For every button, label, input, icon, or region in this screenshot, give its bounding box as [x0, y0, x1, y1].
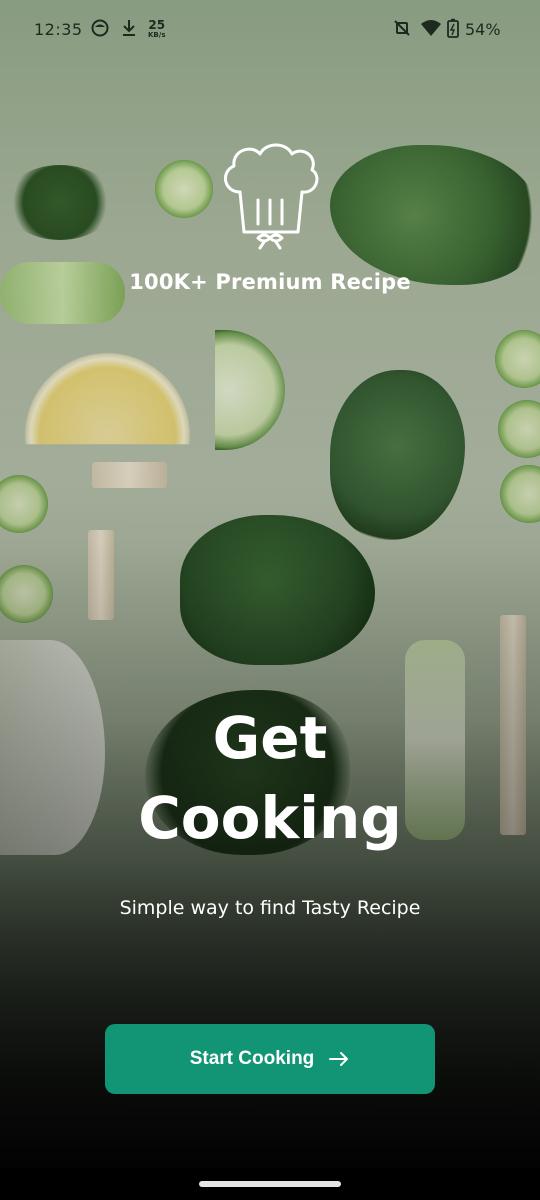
start-cooking-button[interactable]: Start Cooking	[105, 1024, 435, 1094]
status-bar: 12:35 25 KB/s 54%	[0, 0, 540, 64]
battery-icon	[447, 18, 459, 38]
wifi-icon	[420, 18, 442, 38]
download-icon	[120, 18, 138, 38]
network-speed: 25 KB/s	[148, 18, 166, 40]
mute-icon	[392, 18, 412, 38]
tagline: 100K+ Premium Recipe	[129, 270, 411, 294]
headline: Get Cooking	[0, 698, 540, 858]
start-cooking-label: Start Cooking	[189, 1048, 315, 1069]
headline-line-1: Get	[212, 704, 328, 772]
arrow-right-icon	[328, 1051, 350, 1067]
battery-percentage: 54%	[465, 20, 501, 39]
subtitle: Simple way to find Tasty Recipe	[119, 897, 421, 919]
speed-value: 25	[148, 18, 166, 32]
splash-screen: 12:35 25 KB/s 54% 100K+ Premium Recipe G…	[0, 0, 540, 1200]
home-gesture-bar[interactable]	[199, 1181, 341, 1187]
face-icon	[90, 18, 110, 38]
status-time: 12:35	[34, 20, 83, 39]
chef-hat-icon	[218, 140, 322, 252]
headline-line-2: Cooking	[138, 784, 402, 852]
speed-unit: KB/s	[148, 31, 166, 39]
